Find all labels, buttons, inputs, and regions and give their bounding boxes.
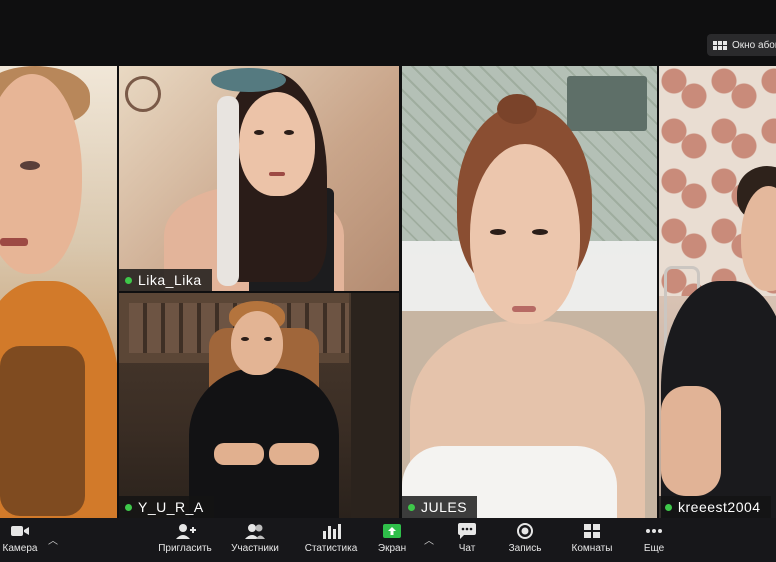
chat-bubble-icon [458,523,476,539]
more-label: Еще [643,543,665,554]
view-mode-label: Окно абон [732,39,776,51]
chat-button[interactable]: Чат [454,522,480,554]
more-dots-icon [646,529,662,533]
invite-button[interactable]: Пригласить [155,522,215,554]
share-screen-button[interactable]: Экран [375,522,409,554]
more-button[interactable]: Еще [641,522,667,554]
mic-active-icon [665,503,672,511]
mic-active-icon [125,503,132,511]
participant-name: Lika_Lika [138,272,202,288]
share-screen-icon [383,524,401,538]
participant-name: kreeest2004 [678,499,761,515]
video-tile-participant-5[interactable]: kreeest2004 [659,66,776,518]
invite-label: Пригласить [158,543,212,554]
participant-name: Y_U_R_A [138,499,204,515]
share-screen-label: Экран [377,543,407,554]
participant-video [119,66,399,291]
video-tile-participant-3[interactable]: Y_U_R_A [119,293,399,518]
camera-button[interactable]: Камера [0,522,40,554]
statistics-label: Статистика [304,543,358,554]
add-person-icon [176,524,196,539]
participants-icon [245,524,265,539]
participants-label: Участники [231,543,279,554]
participant-name-tag: kreeest2004 [659,496,771,518]
record-label: Запись [508,543,542,554]
camera-options-chevron-icon[interactable]: ︿ [48,532,58,547]
rooms-grid-icon [584,524,600,538]
meeting-toolbar: Камера ︿ Пригласить Участники Статистика [0,518,776,562]
video-tile-participant-4[interactable]: JULES [402,66,657,518]
participant-name: JULES [421,499,468,515]
participant-video [402,66,657,518]
mic-active-icon [408,503,415,511]
statistics-button[interactable]: Статистика [301,522,361,554]
participant-video [119,293,399,518]
chat-label: Чат [458,543,476,554]
video-camera-icon [11,526,29,536]
record-icon [517,523,533,539]
participant-video [0,66,117,518]
breakout-rooms-button[interactable]: Комнаты [569,522,615,554]
view-mode-button[interactable]: Окно абон [707,34,776,56]
participant-name-tag: Y_U_R_A [119,496,214,518]
bar-chart-icon [323,524,341,539]
mic-active-icon [125,276,132,284]
video-tile-participant-1[interactable] [0,66,117,518]
camera-label: Камера [2,543,38,554]
participants-button[interactable]: Участники [226,522,284,554]
breakout-rooms-label: Комнаты [571,543,613,554]
participant-name-tag: Lika_Lika [119,269,212,291]
participant-video [659,66,776,518]
participant-name-tag: JULES [402,496,478,518]
record-button[interactable]: Запись [505,522,545,554]
grid-view-icon [713,40,727,50]
top-bar [0,0,776,62]
video-tile-participant-2[interactable]: Lika_Lika [119,66,399,291]
share-options-chevron-icon[interactable]: ︿ [424,532,434,547]
